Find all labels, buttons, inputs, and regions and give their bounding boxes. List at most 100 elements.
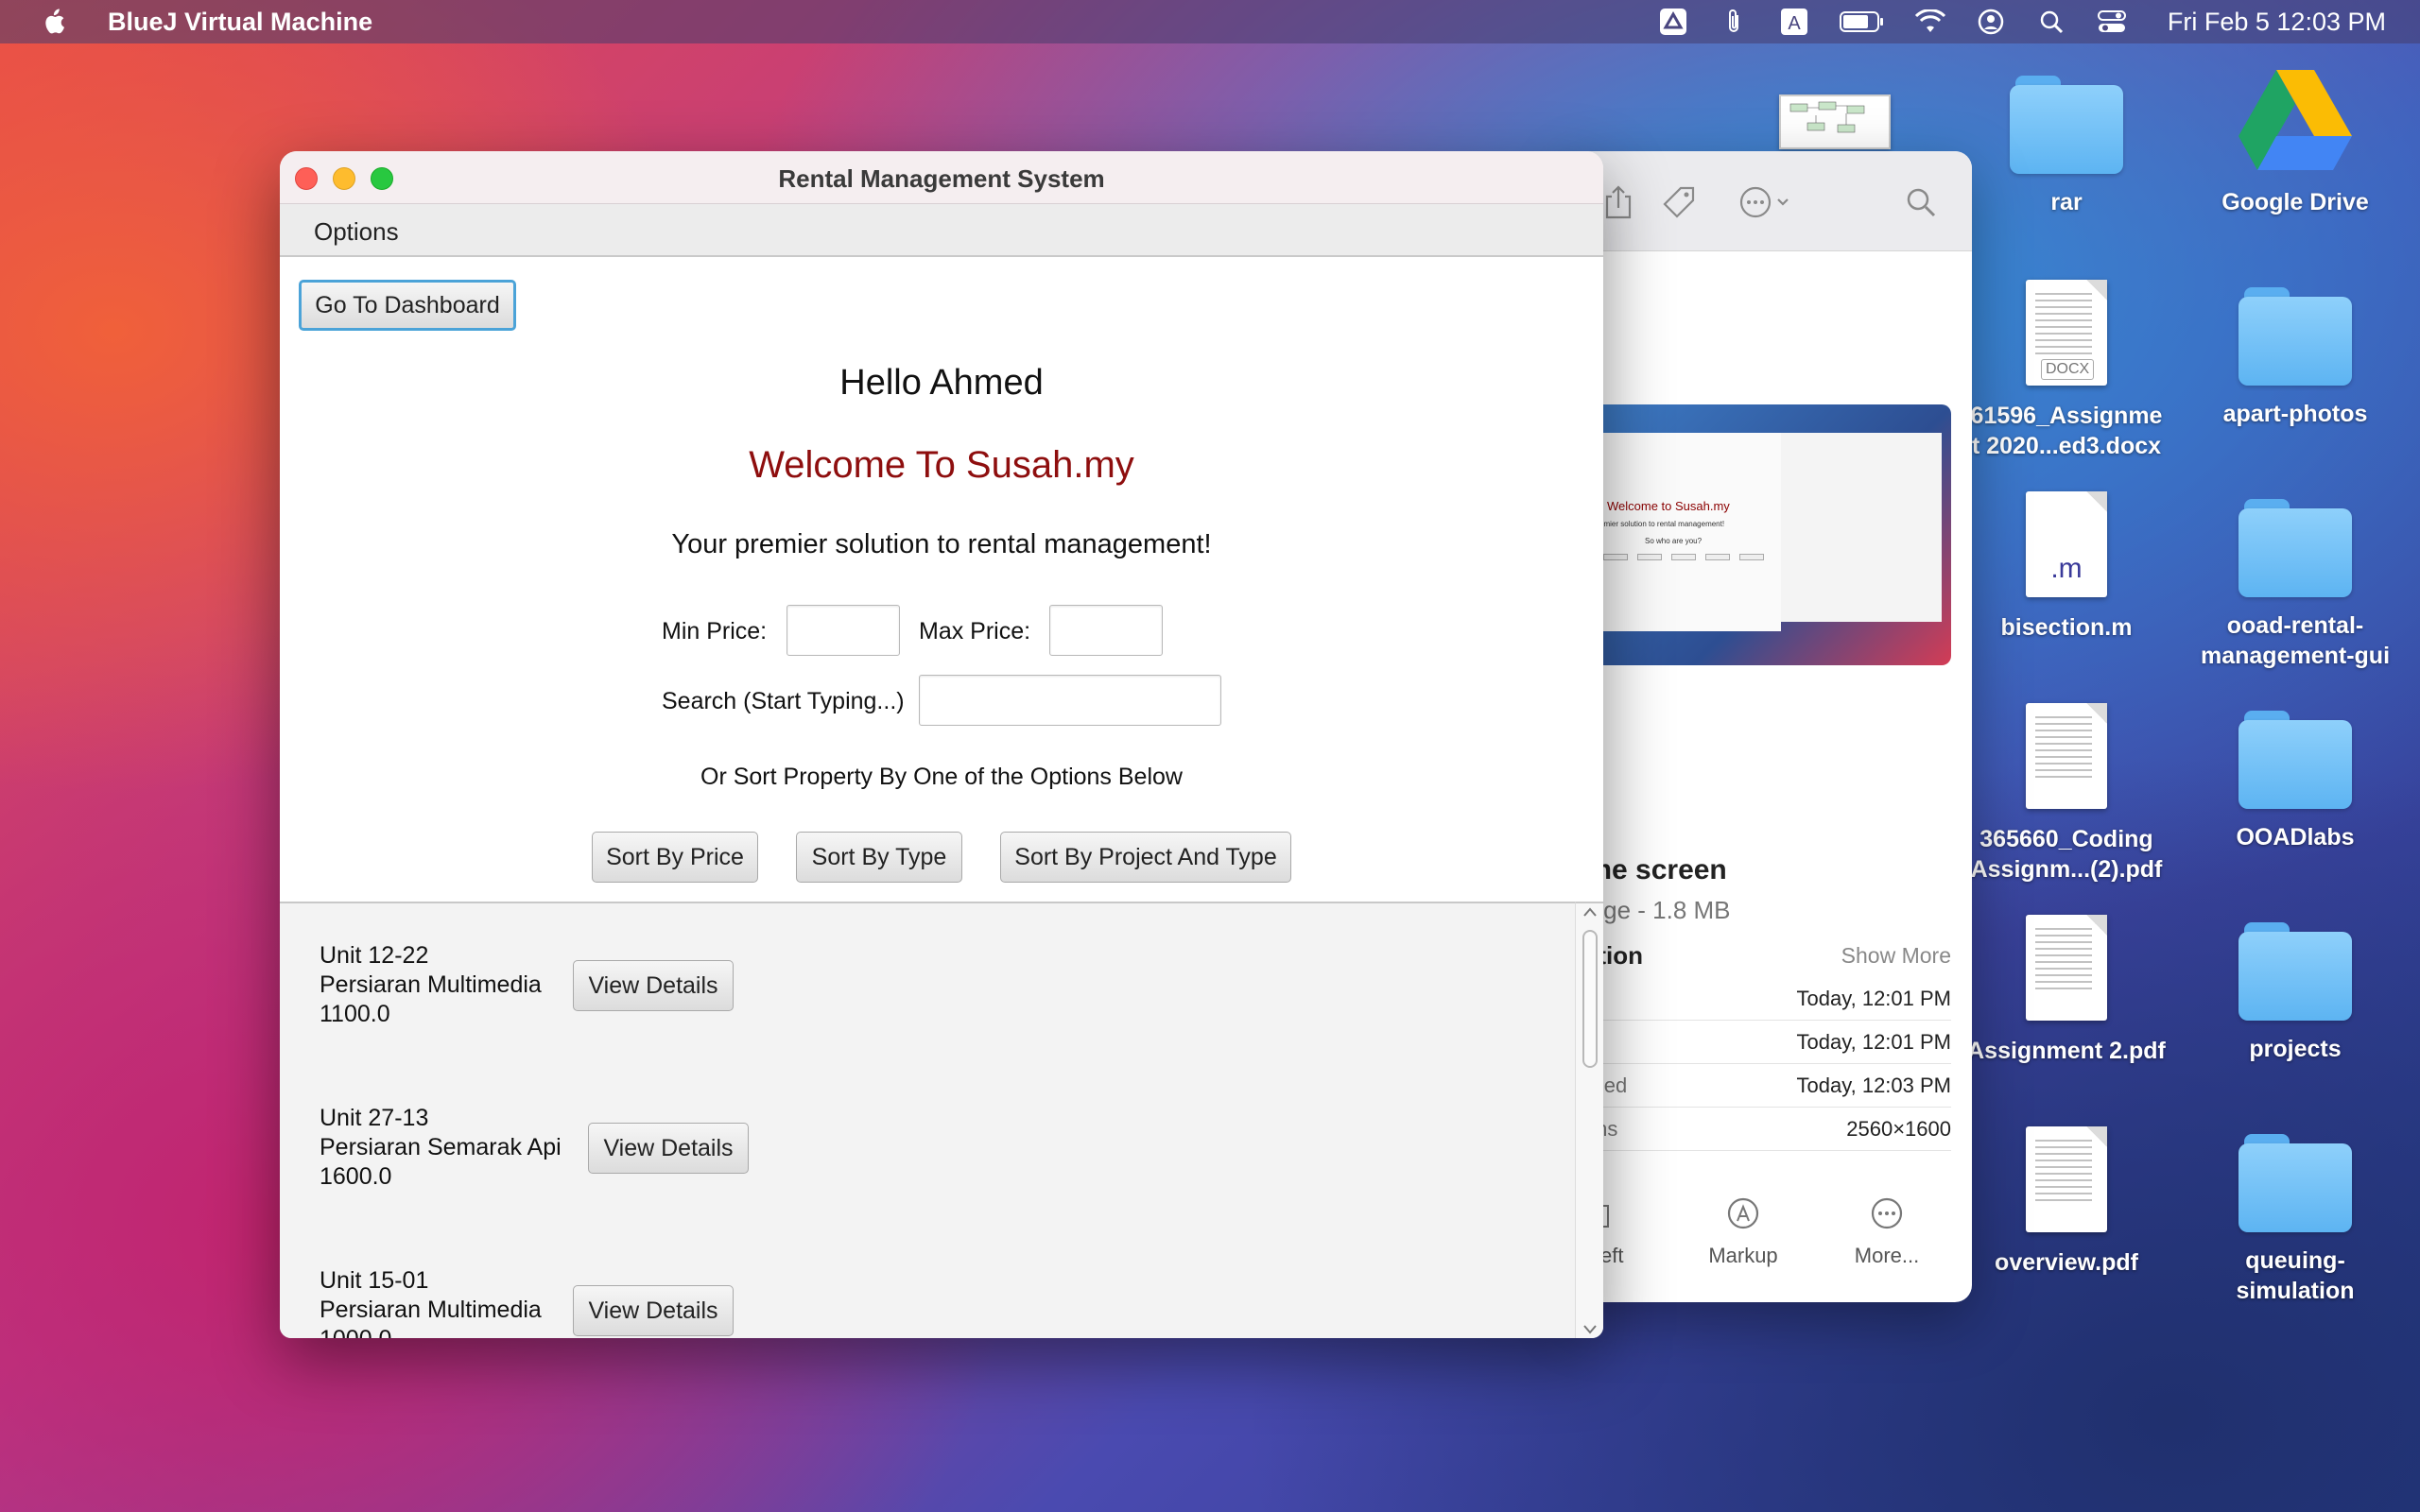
- status-area: A Fri Feb 5 12:03 PM: [1657, 0, 2386, 43]
- thumbnail-tagline: r premier solution to rental management!: [1588, 520, 1725, 528]
- preview-bottom-actions: e Left Markup More...: [1569, 1181, 1972, 1302]
- scrollbar-thumb[interactable]: [1582, 930, 1598, 1068]
- spotlight-search-icon[interactable]: [2035, 8, 2067, 36]
- desktop-icon-label: Google Drive: [2221, 189, 2369, 215]
- unit-number: Unit 12-22: [320, 942, 429, 969]
- preview-toolbar: [1569, 151, 1972, 251]
- desktop-icon-label: bisection.m: [2000, 614, 2133, 641]
- desktop-icon-label: 365660_Coding: [1979, 826, 2153, 852]
- list-item: Unit 12-22 Persiaran Multimedia 1100.0: [320, 941, 542, 1029]
- list-item: Unit 27-13 Persiaran Semarak Api 1600.0: [320, 1104, 562, 1192]
- max-price-input[interactable]: [1049, 605, 1163, 656]
- matlab-file-icon: .m: [2026, 491, 2107, 597]
- street-name: Persiaran Multimedia: [320, 971, 542, 998]
- desktop-file-docx[interactable]: DOCX 61596_Assignme t 2020...ed3.docx: [1953, 280, 2180, 461]
- pdf-file-icon: [2026, 703, 2107, 809]
- sort-hint: Or Sort Property By One of the Options B…: [700, 764, 1183, 790]
- menu-bar: BlueJ Virtual Machine A Fri Feb 5 12:03 …: [0, 0, 2420, 43]
- desktop-icon-label: t 2020...ed3.docx: [1971, 433, 2162, 459]
- desktop-icon-label: OOADlabs: [2236, 824, 2355, 850]
- list-item: Unit 15-01 Persiaran Multimedia 1000.0: [320, 1266, 542, 1338]
- view-details-button[interactable]: View Details: [573, 960, 734, 1011]
- desktop-folder-queuing[interactable]: queuing- simulation: [2182, 1134, 2409, 1306]
- sort-by-price-button[interactable]: Sort By Price: [592, 832, 758, 883]
- main-content: Go To Dashboard Hello Ahmed Welcome To S…: [280, 259, 1603, 902]
- info-row: dToday, 12:01 PM: [1569, 977, 1951, 1021]
- info-row: penedToday, 12:03 PM: [1569, 1064, 1951, 1108]
- min-price-input[interactable]: [786, 605, 900, 656]
- more-actions-icon[interactable]: [1737, 181, 1794, 223]
- desktop-folder-ooad-rental[interactable]: ooad-rental- management-gui: [2182, 499, 2409, 671]
- apple-icon[interactable]: [40, 8, 66, 36]
- pdf-file-icon: [2026, 1126, 2107, 1232]
- rental-management-window[interactable]: Rental Management System Options Go To D…: [280, 151, 1603, 1338]
- scroll-up-arrow-icon[interactable]: [1583, 907, 1597, 917]
- desktop-folder-ooadlabs[interactable]: OOADlabs: [2182, 711, 2409, 852]
- desktop-folder-apart-photos[interactable]: apart-photos: [2182, 287, 2409, 429]
- desktop-file-overview[interactable]: overview.pdf: [1953, 1126, 2180, 1278]
- desktop-file-assignment2[interactable]: Assignment 2.pdf: [1953, 915, 2180, 1066]
- property-list[interactable]: Unit 12-22 Persiaran Multimedia 1100.0 V…: [280, 902, 1575, 1338]
- rental-price: 1000.0: [320, 1325, 542, 1338]
- app-name[interactable]: BlueJ Virtual Machine: [108, 8, 372, 37]
- control-center-icon[interactable]: [2096, 8, 2128, 36]
- view-details-button[interactable]: View Details: [573, 1285, 734, 1336]
- drive-sync-icon[interactable]: [1657, 8, 1689, 36]
- desktop-icon-label: rar: [2050, 189, 2083, 215]
- input-source-icon[interactable]: A: [1778, 8, 1810, 36]
- share-icon[interactable]: [1598, 181, 1639, 223]
- welcome-heading: Welcome To Susah.my: [749, 444, 1134, 486]
- preview-window[interactable]: Welcome to Susah.my r premier solution t…: [1569, 151, 1972, 1302]
- thumbnail-question: So who are you?: [1645, 537, 1703, 545]
- sort-by-type-button[interactable]: Sort By Type: [796, 832, 962, 883]
- preview-image-thumbnail[interactable]: Welcome to Susah.my r premier solution t…: [1569, 404, 1951, 665]
- show-more-link[interactable]: Show More: [1841, 943, 1951, 969]
- desktop-icon-label: management-gui: [2200, 643, 2391, 669]
- sort-by-project-and-type-button[interactable]: Sort By Project And Type: [1000, 832, 1291, 883]
- desktop-icon-label: overview.pdf: [1995, 1249, 2138, 1276]
- search-input[interactable]: [919, 675, 1221, 726]
- max-price-label: Max Price:: [919, 618, 1031, 644]
- window-titlebar[interactable]: Rental Management System: [280, 151, 1603, 204]
- min-price-label: Min Price:: [662, 618, 768, 644]
- list-scrollbar[interactable]: [1575, 902, 1603, 1338]
- folder-icon: [2238, 287, 2352, 386]
- desktop-file-bisection[interactable]: .m bisection.m: [1953, 491, 2180, 643]
- more-icon: [1871, 1197, 1903, 1229]
- view-details-button[interactable]: View Details: [588, 1123, 749, 1174]
- thumbnail-welcome: Welcome to Susah.my: [1607, 499, 1730, 513]
- tag-icon[interactable]: [1658, 181, 1700, 223]
- desktop-folder-projects[interactable]: projects: [2182, 922, 2409, 1064]
- battery-icon[interactable]: [1839, 8, 1886, 36]
- go-to-dashboard-button[interactable]: Go To Dashboard: [299, 280, 516, 331]
- desktop-icon-label: Assignment 2.pdf: [1967, 1038, 2166, 1064]
- svg-text:A: A: [1788, 13, 1801, 34]
- google-drive-icon: [2238, 70, 2352, 170]
- app-menu-bar: Options: [280, 204, 1603, 257]
- window-title: Rental Management System: [778, 164, 1105, 193]
- docx-file-icon: DOCX: [2026, 280, 2107, 386]
- folder-icon: [2238, 499, 2352, 597]
- search-label: Search (Start Typing...): [662, 688, 905, 714]
- markup-action[interactable]: Markup: [1677, 1191, 1809, 1268]
- desktop-file-coding-assignment[interactable]: 365660_Coding Assignm...(2).pdf: [1953, 703, 2180, 885]
- unit-number: Unit 15-01: [320, 1267, 429, 1294]
- more-action[interactable]: More...: [1821, 1191, 1953, 1268]
- scroll-down-arrow-icon[interactable]: [1583, 1325, 1597, 1334]
- menu-options[interactable]: Options: [314, 217, 399, 247]
- desktop-icon-label: simulation: [2236, 1278, 2355, 1304]
- desktop-folder-rar[interactable]: rar: [1953, 76, 2180, 217]
- desktop-icon-label: 61596_Assignme: [1970, 403, 2163, 429]
- desktop-google-drive[interactable]: Google Drive: [2182, 66, 2409, 217]
- user-account-icon[interactable]: [1975, 8, 2007, 36]
- paperclip-icon[interactable]: [1718, 8, 1750, 36]
- tagline: Your premier solution to rental manageme…: [671, 529, 1212, 559]
- desktop-icon-label: Assignm...(2).pdf: [1970, 856, 2163, 883]
- search-icon[interactable]: [1900, 181, 1942, 223]
- menu-clock[interactable]: Fri Feb 5 12:03 PM: [2168, 8, 2386, 37]
- greeting-heading: Hello Ahmed: [839, 363, 1044, 403]
- folder-icon: [2238, 922, 2352, 1021]
- desktop-screenshot-thumbnail[interactable]: [1779, 94, 1891, 149]
- wifi-icon[interactable]: [1914, 8, 1946, 36]
- desktop-icon-label: ooad-rental-: [2226, 612, 2364, 639]
